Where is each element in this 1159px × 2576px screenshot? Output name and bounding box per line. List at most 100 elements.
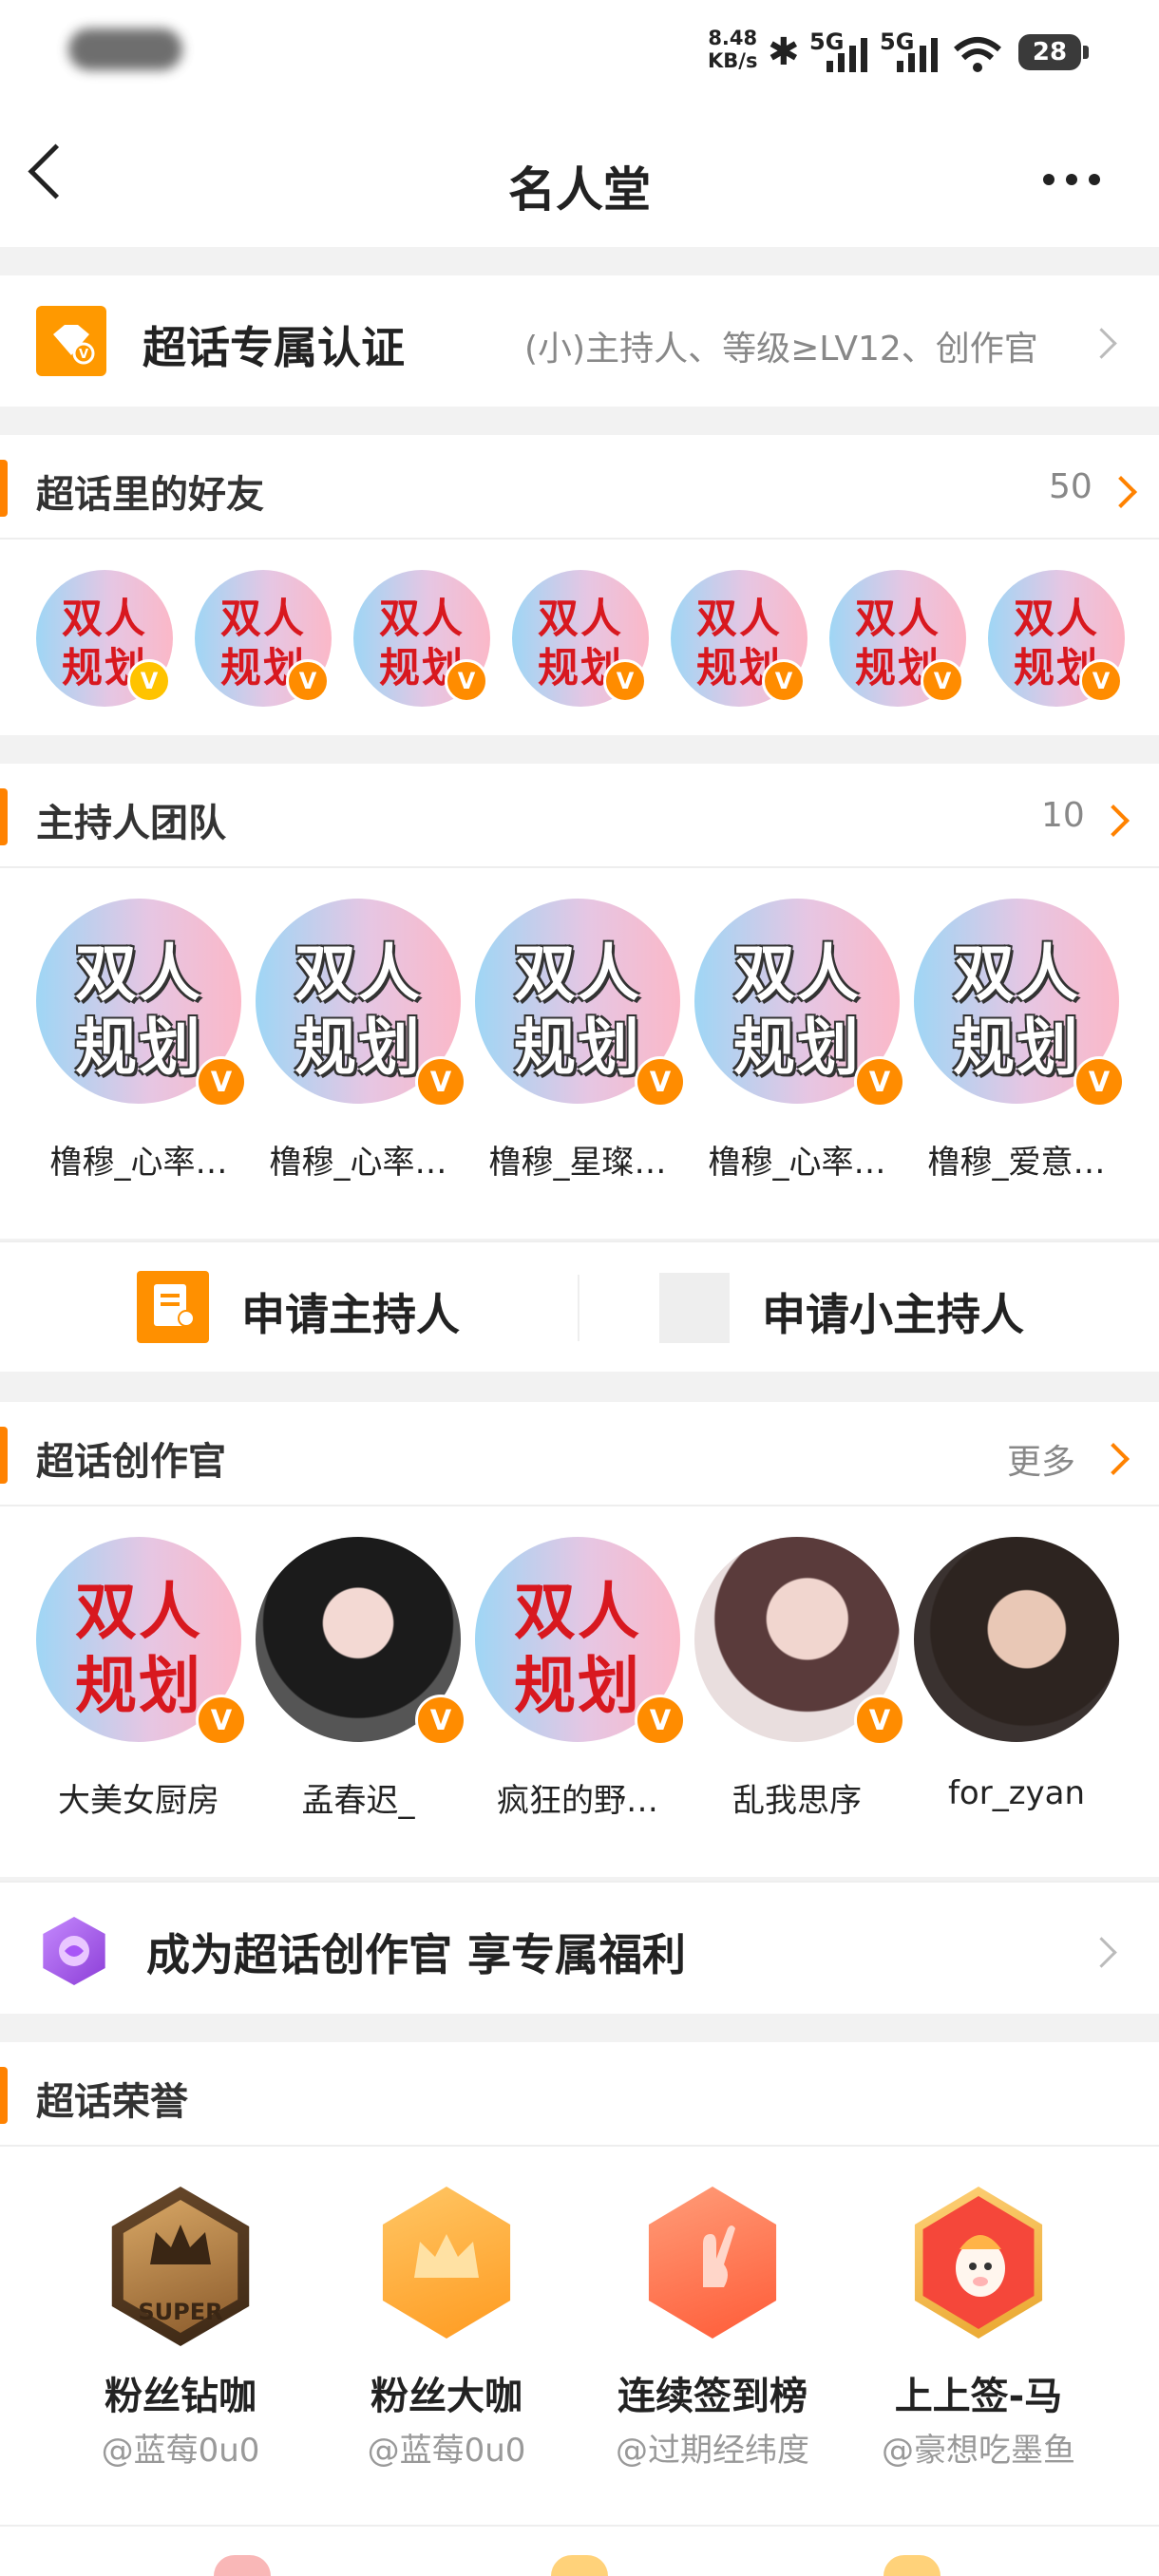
divider bbox=[0, 1241, 1159, 1242]
bluetooth-icon: ✱ bbox=[768, 30, 800, 74]
chevron-right-icon[interactable] bbox=[1097, 805, 1130, 837]
verified-badge-icon: V bbox=[286, 659, 330, 703]
hosts-title: 主持人团队 bbox=[36, 802, 226, 845]
friends-section: 超话里的好友 50 双人 规划 V 双人 规划 V 双人 规划 V 双人 规划 V 双人 规划 V 双人 规划 V… bbox=[0, 435, 1159, 735]
divider bbox=[0, 2525, 1159, 2527]
honor-user: @蓝莓0u0 bbox=[367, 2432, 526, 2470]
checkin-badge-icon bbox=[648, 2187, 777, 2339]
battery-indicator: 28 bbox=[1018, 34, 1089, 70]
host-name[interactable]: 橹穆_爱意… bbox=[904, 1136, 1129, 1183]
verified-badge-icon: V bbox=[635, 1056, 686, 1108]
hosts-count[interactable]: 10 bbox=[1041, 796, 1085, 835]
cert-desc: (小)主持人、等级≥LV12、创作官 bbox=[524, 330, 1038, 369]
honor-name: 粉丝钻咖 bbox=[104, 2375, 256, 2418]
honor-user: @蓝莓0u0 bbox=[101, 2432, 260, 2470]
divider bbox=[0, 538, 1159, 540]
creator-name[interactable]: 乱我思序 bbox=[685, 1774, 909, 1821]
network-speed: 8.48 KB/s bbox=[708, 27, 758, 72]
divider bbox=[578, 1275, 580, 1341]
partial-badge bbox=[214, 2555, 271, 2576]
verified-badge-icon: V bbox=[196, 1695, 247, 1746]
divider bbox=[0, 1881, 1159, 1883]
honors-title: 超话荣誉 bbox=[36, 2080, 188, 2124]
become-creator-label: 成为超话创作官 享专属福利 bbox=[146, 1929, 687, 1980]
apply-small-host-label: 申请小主持人 bbox=[762, 1289, 1024, 1340]
verified-badge-icon: V bbox=[415, 1695, 466, 1746]
verified-badge-icon: V bbox=[635, 1695, 686, 1746]
section-accent-bar bbox=[0, 788, 8, 845]
status-bar: 8.48 KB/s ✱ 5G 5G 28 bbox=[0, 0, 1159, 104]
verified-badge-icon: V bbox=[854, 1695, 905, 1746]
verified-badge-icon: V bbox=[415, 1056, 466, 1108]
carrier-time-blurred bbox=[68, 28, 182, 70]
divider bbox=[0, 2145, 1159, 2147]
hosts-section: 主持人团队 10 双人 规划 V 橹穆_心率… 双人 规划 V 橹穆_心率… 双人 规划 V 橹穆_星… bbox=[0, 764, 1159, 1239]
honor-user: @过期经纬度 bbox=[616, 2432, 809, 2470]
verified-badge-icon: V bbox=[921, 659, 964, 703]
honor-item[interactable]: 上上签-马 @豪想吃墨鱼 bbox=[864, 2175, 1092, 2470]
creator-name[interactable]: 大美女厨房 bbox=[27, 1774, 251, 1821]
become-creator-row[interactable]: 成为超话创作官 享专属福利 bbox=[0, 1881, 1159, 2014]
friends-count[interactable]: 50 bbox=[1049, 467, 1092, 506]
signal-bars-icon bbox=[826, 38, 867, 72]
friends-title: 超话里的好友 bbox=[36, 473, 264, 517]
placeholder-icon bbox=[659, 1273, 730, 1343]
creators-title: 超话创作官 bbox=[36, 1440, 226, 1484]
page-title: 名人堂 bbox=[508, 162, 651, 218]
honor-item[interactable]: 连续签到榜 @过期经纬度 bbox=[598, 2175, 826, 2470]
host-name[interactable]: 橹穆_心率… bbox=[685, 1136, 909, 1183]
chevron-right-icon[interactable] bbox=[1097, 1443, 1130, 1475]
verified-shield-icon: V bbox=[36, 306, 106, 376]
svg-text:V: V bbox=[79, 348, 88, 362]
chevron-right-icon[interactable] bbox=[1105, 476, 1137, 508]
creator-name[interactable]: 疯狂的野… bbox=[466, 1774, 690, 1821]
host-name[interactable]: 橹穆_心率… bbox=[27, 1136, 251, 1183]
section-accent-bar bbox=[0, 2067, 8, 2124]
divider bbox=[0, 866, 1159, 868]
apply-host-button[interactable]: 申请主持人 bbox=[133, 1269, 589, 1345]
honors-section: 超话荣誉 SUPER 粉丝钻咖 @蓝莓0u0 粉丝大咖 @蓝莓0u0 连续签到榜… bbox=[0, 2042, 1159, 2576]
document-icon bbox=[137, 1271, 209, 1343]
honor-name: 粉丝大咖 bbox=[370, 2375, 522, 2418]
verified-badge-icon: V bbox=[445, 659, 488, 703]
host-name[interactable]: 橹穆_心率… bbox=[246, 1136, 470, 1183]
more-icon[interactable] bbox=[1043, 171, 1119, 185]
honor-name: 上上签-马 bbox=[894, 2375, 1063, 2418]
crown-fan-badge-icon bbox=[382, 2187, 511, 2339]
honor-user: @豪想吃墨鱼 bbox=[882, 2432, 1075, 2470]
creator-badge-icon bbox=[43, 1917, 105, 1985]
cert-title: 超话专属认证 bbox=[142, 322, 405, 373]
creator-name[interactable]: 孟春迟_ bbox=[246, 1774, 470, 1821]
verified-badge-icon: V bbox=[1074, 1056, 1125, 1108]
creators-section: 超话创作官 更多 双人 规划 V 大美女厨房 V 孟春迟_ 双人 规划 V 疯狂的野… V 乱我思序 f… bbox=[0, 1402, 1159, 1877]
creator-name[interactable]: for_zyan bbox=[904, 1774, 1129, 1812]
honor-item[interactable]: 粉丝大咖 @蓝莓0u0 bbox=[332, 2175, 560, 2470]
host-name[interactable]: 橹穆_星璨… bbox=[466, 1136, 690, 1183]
divider bbox=[0, 1505, 1159, 1506]
cert-row[interactable]: V 超话专属认证 (小)主持人、等级≥LV12、创作官 bbox=[0, 275, 1159, 407]
horse-lucky-badge-icon bbox=[914, 2187, 1043, 2339]
partial-badge bbox=[551, 2555, 608, 2576]
apply-small-host-button[interactable]: 申请小主持人 bbox=[656, 1269, 1112, 1345]
verified-badge-icon: V bbox=[127, 659, 171, 703]
verified-badge-icon: V bbox=[854, 1056, 905, 1108]
verified-badge-icon: V bbox=[196, 1056, 247, 1108]
verified-badge-icon: V bbox=[603, 659, 647, 703]
nav-header: 名人堂 bbox=[0, 104, 1159, 247]
apply-host-label: 申请主持人 bbox=[241, 1289, 460, 1340]
wifi-icon bbox=[954, 37, 1001, 72]
diamond-fan-badge-icon: SUPER bbox=[111, 2187, 250, 2346]
honor-name: 连续签到榜 bbox=[618, 2375, 808, 2418]
apply-row: 申请主持人 申请小主持人 bbox=[0, 1241, 1159, 1372]
honor-item[interactable]: SUPER 粉丝钻咖 @蓝莓0u0 bbox=[66, 2175, 294, 2470]
section-accent-bar bbox=[0, 460, 8, 517]
creators-more-link[interactable]: 更多 bbox=[1007, 1434, 1075, 1484]
signal-bars-icon-2 bbox=[897, 38, 938, 72]
avatar-photo[interactable] bbox=[914, 1537, 1119, 1742]
chevron-right-icon bbox=[1086, 1937, 1117, 1968]
verified-badge-icon: V bbox=[1079, 659, 1123, 703]
chevron-right-icon bbox=[1086, 328, 1117, 359]
section-accent-bar bbox=[0, 1427, 8, 1484]
partial-badge bbox=[884, 2555, 940, 2576]
verified-badge-icon: V bbox=[762, 659, 806, 703]
